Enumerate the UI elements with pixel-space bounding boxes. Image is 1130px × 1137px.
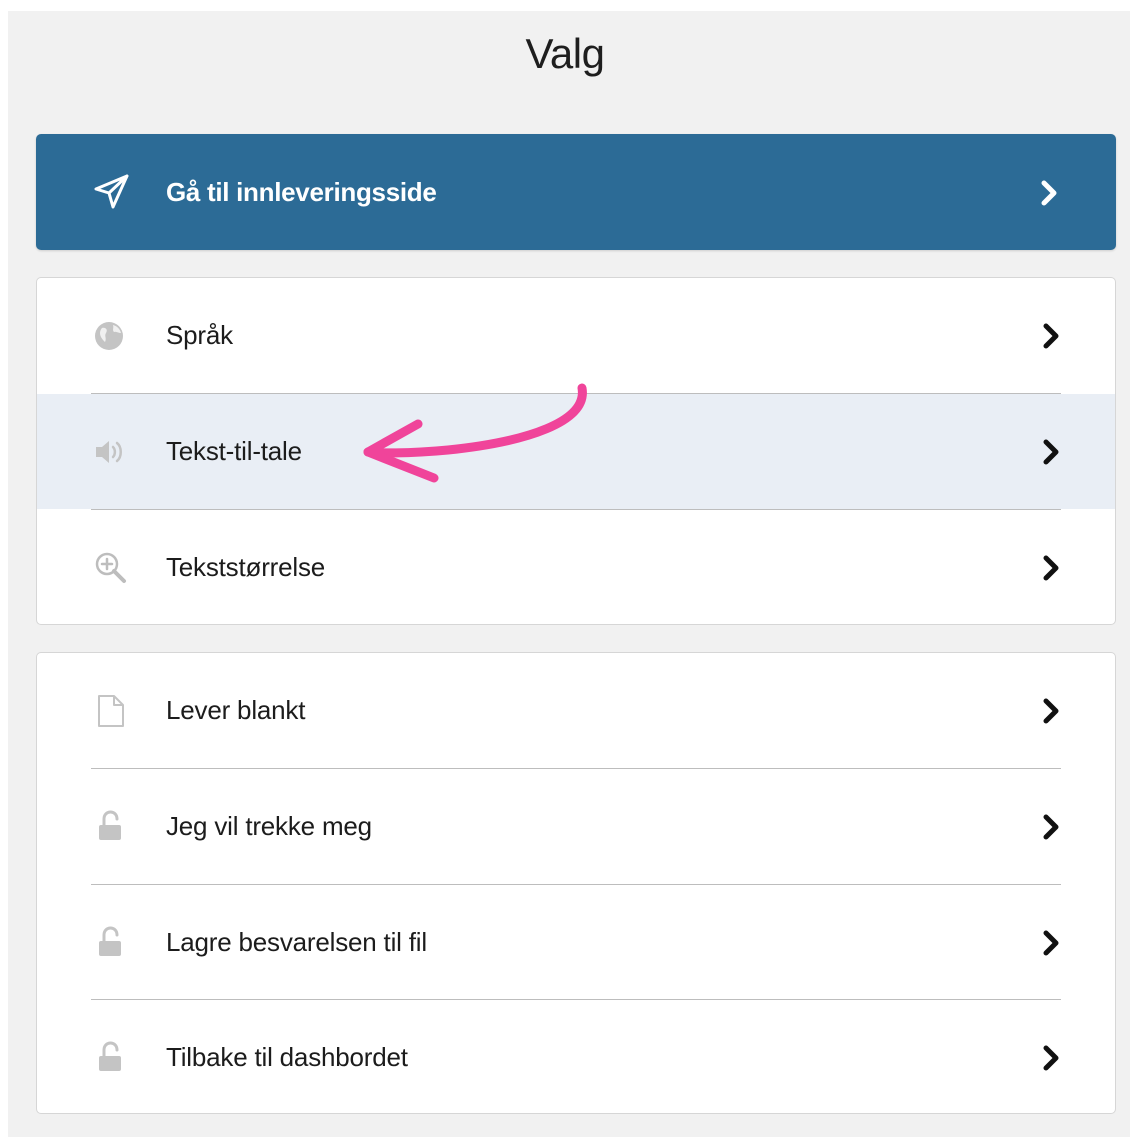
menu-item-language[interactable]: Språk (37, 278, 1115, 393)
chevron-right-icon (1040, 930, 1062, 956)
unlock-icon (93, 925, 129, 961)
menu-item-back-to-dashboard[interactable]: Tilbake til dashbordet (37, 1000, 1115, 1113)
unlock-icon (93, 809, 129, 845)
menu-item-label: Lagre besvarelsen til fil (166, 927, 427, 957)
menu-item-text-to-speech[interactable]: Tekst-til-tale (37, 394, 1115, 509)
go-to-submission-button[interactable]: Gå til innleveringsside (36, 134, 1116, 250)
chevron-right-icon (1040, 698, 1062, 724)
blank-document-icon (93, 693, 129, 729)
actions-card: Lever blankt Jeg vil trekke meg Lagre be… (36, 652, 1116, 1114)
go-to-submission-label: Gå til innleveringsside (166, 177, 437, 207)
menu-item-withdraw[interactable]: Jeg vil trekke meg (37, 769, 1115, 884)
chevron-right-icon (1040, 1045, 1062, 1071)
menu-item-label: Tekst-til-tale (166, 436, 302, 466)
menu-item-label: Lever blankt (166, 695, 306, 725)
settings-card: Språk Tekst-til-tale Tekststørrelse (36, 277, 1116, 625)
menu-item-label: Tilbake til dashbordet (166, 1042, 408, 1072)
zoom-in-icon (93, 550, 129, 586)
menu-item-submit-blank[interactable]: Lever blankt (37, 653, 1115, 768)
menu-item-label: Jeg vil trekke meg (166, 811, 372, 841)
menu-item-label: Språk (166, 320, 233, 350)
chevron-right-icon (1040, 323, 1062, 349)
chevron-right-icon (1038, 180, 1060, 206)
menu-item-label: Tekststørrelse (166, 552, 326, 582)
chevron-right-icon (1040, 555, 1062, 581)
globe-icon (93, 318, 129, 354)
speaker-icon (93, 434, 129, 470)
chevron-right-icon (1040, 814, 1062, 840)
page-title: Valg (525, 30, 605, 77)
chevron-right-icon (1040, 439, 1062, 465)
menu-item-save-to-file[interactable]: Lagre besvarelsen til fil (37, 885, 1115, 1000)
menu-item-text-size[interactable]: Tekststørrelse (37, 510, 1115, 624)
unlock-icon (93, 1040, 129, 1076)
paper-plane-icon (92, 172, 132, 212)
